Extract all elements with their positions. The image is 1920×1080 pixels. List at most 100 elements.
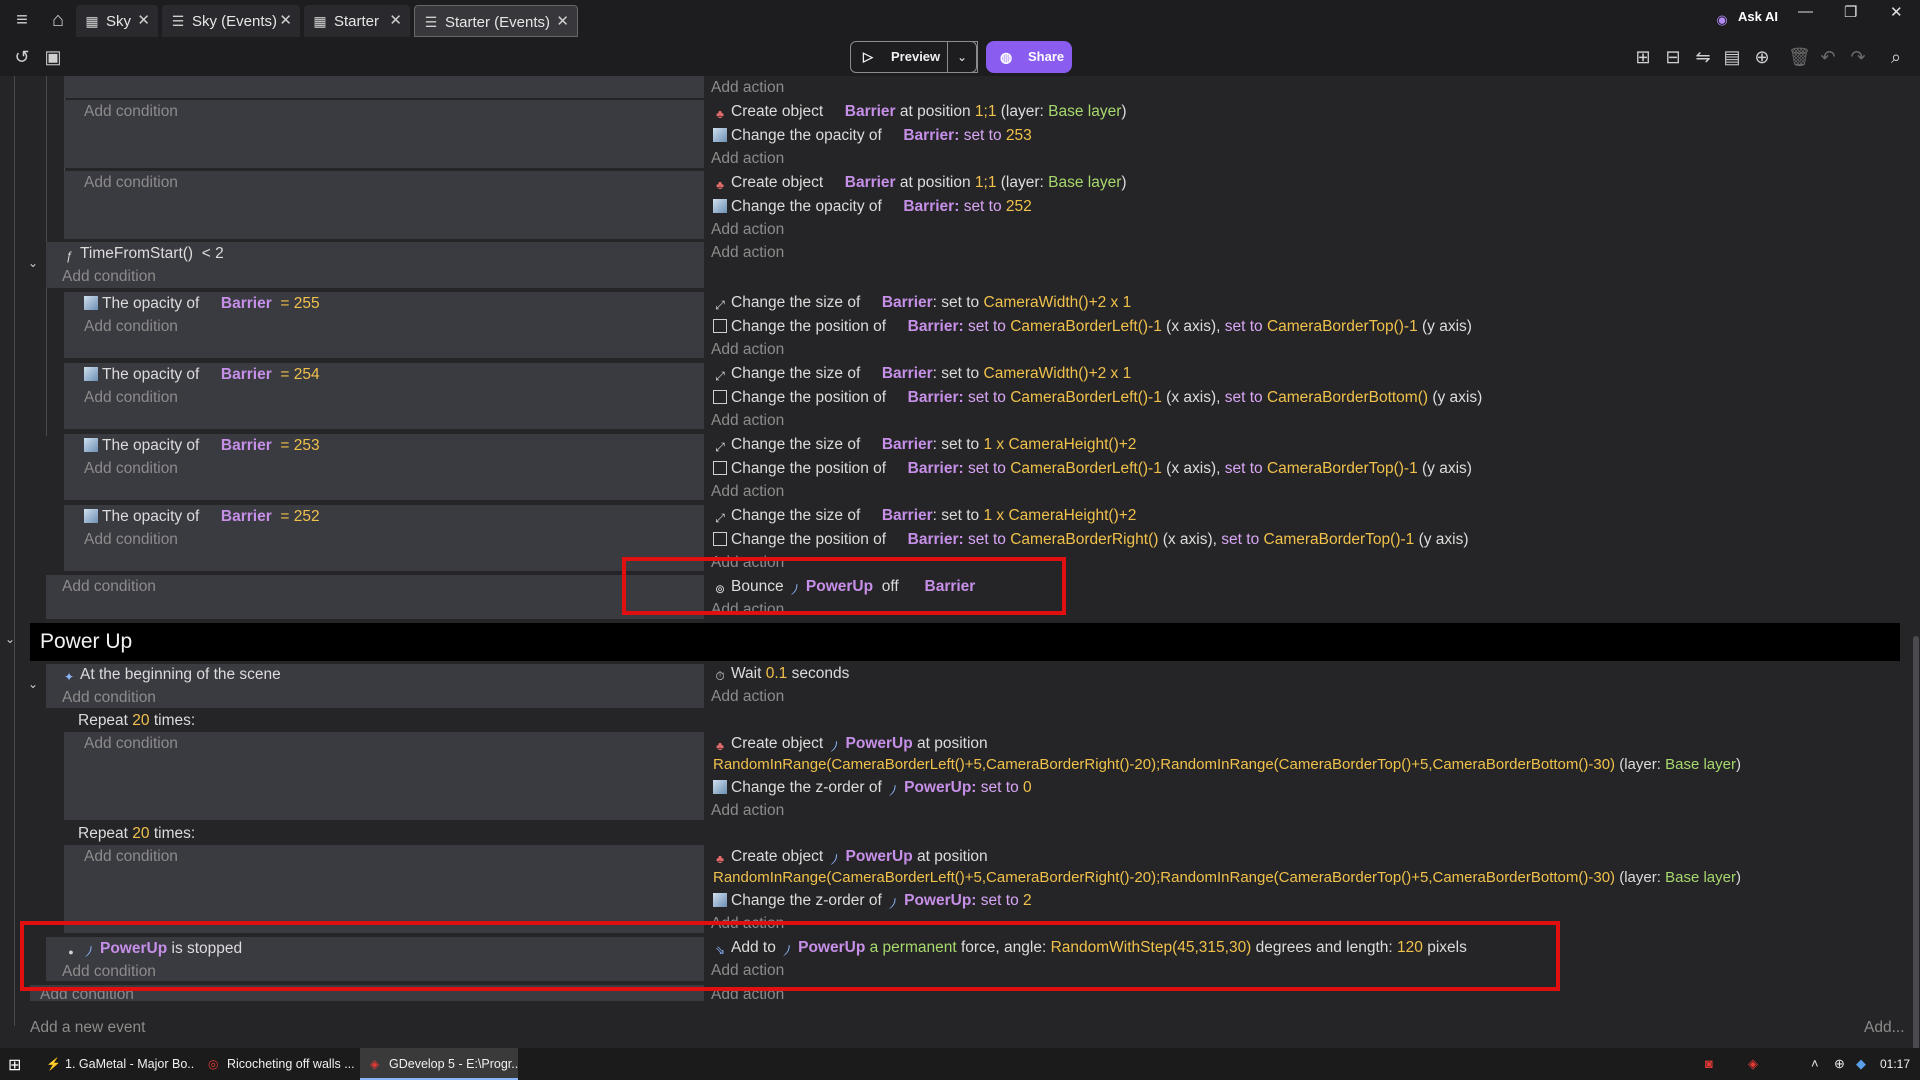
add-condition-link[interactable]: Add condition [84,460,178,478]
shield-icon[interactable]: ◆ [1856,1056,1866,1072]
tab-sky[interactable]: ▦ Sky ✕ [76,5,158,37]
tray-app-icon[interactable]: ◙ [1705,1056,1713,1071]
condition-opacity[interactable]: The opacity of Barrier = 252 [84,508,320,526]
add-action-link[interactable]: Add action [711,341,784,359]
action-change-opacity[interactable]: Change the opacity of Barrier: set to 25… [713,127,1032,145]
browser-icon: ◎ [208,1057,219,1071]
add-action-link[interactable]: Add action [711,79,784,97]
object-icon: ⵰ [831,852,838,866]
delete-icon[interactable]: 🗑 [1788,46,1811,68]
opacity-icon [84,367,98,381]
condition-beginning-of-scene[interactable]: ✦ At the beginning of the scene [62,666,281,684]
vertical-scrollbar[interactable] [1913,636,1919,1048]
group-header[interactable] [30,623,1900,661]
action-change-position[interactable]: Change the position of Barrier: set to C… [713,460,1472,478]
add-condition-link[interactable]: Add condition [62,578,156,596]
action-create-object[interactable]: ♣ Create object Barrier at position 1;1 (… [713,174,1127,192]
tab-sky-events[interactable]: ☰ Sky (Events) ✕ [162,5,300,37]
clock[interactable]: 01:17 [1880,1057,1910,1071]
globe-icon: ◍ [1000,49,1013,65]
add-action-link[interactable]: Add action [711,688,784,706]
home-icon[interactable]: ⌂ [46,8,70,32]
add-action-link[interactable]: Add action [711,412,784,430]
undo-icon[interactable]: ↶ [1817,46,1839,68]
action-create-object[interactable]: ♣ Create object ⵰ PowerUp at position [713,848,988,866]
close-window-icon[interactable]: ✕ [1890,3,1903,21]
share-button[interactable]: ◍ Share [986,41,1072,73]
action-change-z-order[interactable]: Change the z-order of ⵰ PowerUp: set to 0 [713,779,1032,797]
tray-app-icon[interactable]: ◈ [1748,1056,1758,1072]
close-icon[interactable]: ✕ [389,5,402,37]
history-icon[interactable]: ↺ [11,46,33,68]
action-wait[interactable]: ⏱ Wait 0.1 seconds [713,665,849,683]
add-condition-link[interactable]: Add condition [84,389,178,407]
add-condition-link[interactable]: Add condition [84,174,178,192]
save-icon[interactable]: ▣ [42,46,64,68]
add-action-link[interactable]: Add action [711,221,784,239]
action-change-opacity[interactable]: Change the opacity of Barrier: set to 25… [713,198,1032,216]
action-change-position[interactable]: Change the position of Barrier: set to C… [713,531,1469,549]
condition-opacity[interactable]: The opacity of Barrier = 254 [84,366,320,384]
add-condition-link[interactable]: Add condition [84,848,178,866]
add-action-link[interactable]: Add action [711,244,784,262]
condition-time-from-start[interactable]: ƒ TimeFromStart() < 2 [62,245,224,263]
add-condition-link[interactable]: Add condition [84,531,178,549]
condition-opacity[interactable]: The opacity of Barrier = 253 [84,437,320,455]
repeat-header[interactable]: Repeat 20 times: [78,712,195,730]
hamburger-menu-icon[interactable]: ≡ [10,8,34,32]
timer-icon: ⏱ [715,669,725,683]
search-icon[interactable]: ⌕ [1885,46,1907,68]
tray-expand-icon[interactable]: ˄ [1811,1056,1819,1071]
add-condition-link[interactable]: Add condition [62,689,156,707]
repeat-header[interactable]: Repeat 20 times: [78,825,195,843]
action-change-size[interactable]: ⤢ Change the size of Barrier: set to 1 x … [713,436,1136,454]
add-condition-link[interactable]: Add condition [84,735,178,753]
taskbar-app-gametal[interactable]: ⚡ 1. GaMetal - Major Bo... [36,1048,194,1080]
tab-starter[interactable]: ▦ Starter ✕ [304,5,410,37]
condition-opacity[interactable]: The opacity of Barrier = 255 [84,295,320,313]
preview-dropdown-button[interactable]: ⌄ [947,41,977,73]
action-change-position[interactable]: Change the position of Barrier: set to C… [713,389,1482,407]
action-change-size[interactable]: ⤢ Change the size of Barrier: set to 1 x … [713,507,1136,525]
action-change-position[interactable]: Change the position of Barrier: set to C… [713,318,1472,336]
close-icon[interactable]: ✕ [279,5,292,37]
add-action-link[interactable]: Add action [711,802,784,820]
tab-starter-events[interactable]: ☰ Starter (Events) ✕ [414,5,578,37]
add-new-event-link[interactable]: Add a new event [30,1019,145,1037]
add-icon[interactable]: ⊕ [1751,46,1773,68]
add-more-link[interactable]: Add... [1864,1019,1905,1037]
minimize-icon[interactable]: — [1798,3,1813,20]
add-condition-link[interactable]: Add condition [62,268,156,286]
taskbar-app-browser[interactable]: ◎ Ricocheting off walls ... [198,1048,356,1080]
add-condition-link[interactable]: Add condition [84,318,178,336]
close-icon[interactable]: ✕ [556,6,569,38]
taskbar-app-gdevelop[interactable]: ◈ GDevelop 5 - E:\Progr... [360,1048,518,1080]
create-object-icon: ♣ [716,107,724,121]
ai-icon: ◉ [1716,12,1728,27]
add-other-icon[interactable]: ⇋ [1692,46,1714,68]
group-title[interactable]: Power Up [40,630,132,654]
add-condition-link[interactable]: Add condition [84,103,178,121]
action-create-object[interactable]: ♣ Create object Barrier at position 1;1 (… [713,103,1127,121]
action-create-object-position[interactable]: RandomInRange(CameraBorderLeft()+5,Camer… [713,756,1741,773]
close-icon[interactable]: ✕ [137,5,150,37]
comment-icon[interactable]: ▤ [1721,46,1743,68]
action-change-size[interactable]: ⤢ Change the size of Barrier: set to Came… [713,294,1131,312]
gamepad-icon[interactable]: ⊕ [1834,1056,1845,1072]
ask-ai-button[interactable]: Ask AI [1738,9,1778,24]
add-event-icon[interactable]: ⊞ [1632,46,1654,68]
restore-icon[interactable]: ❐ [1844,3,1857,21]
action-change-size[interactable]: ⤢ Change the size of Barrier: set to Came… [713,365,1131,383]
redo-icon[interactable]: ↷ [1847,46,1869,68]
add-action-link[interactable]: Add action [711,150,784,168]
windows-start-icon[interactable]: ⊞ [8,1055,21,1075]
action-create-object-position[interactable]: RandomInRange(CameraBorderLeft()+5,Camer… [713,869,1741,886]
add-subevent-icon[interactable]: ⊟ [1662,46,1684,68]
add-action-link[interactable]: Add action [711,483,784,501]
collapse-chevron-icon[interactable]: ⌄ [28,256,38,270]
action-create-object[interactable]: ♣ Create object ⵰ PowerUp at position [713,735,988,753]
collapse-chevron-icon[interactable]: ⌄ [5,632,15,646]
collapse-chevron-icon[interactable]: ⌄ [28,677,38,691]
action-change-z-order[interactable]: Change the z-order of ⵰ PowerUp: set to 2 [713,892,1032,910]
title-bar: ≡ ⌂ ▦ Sky ✕ ☰ Sky (Events) ✕ ▦ Starter ✕ ☰ S… [0,0,1920,40]
